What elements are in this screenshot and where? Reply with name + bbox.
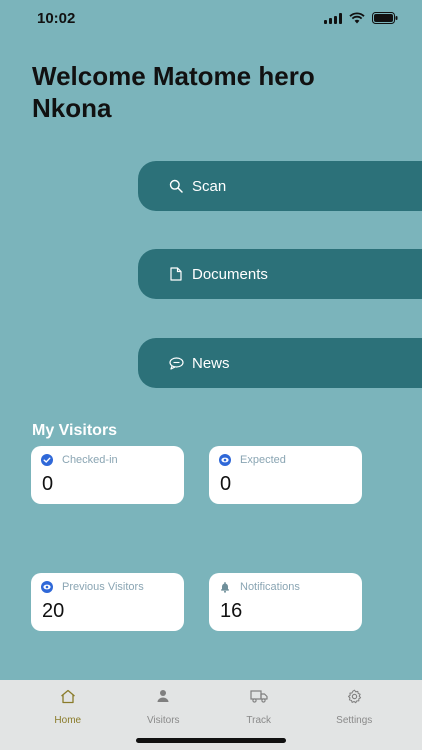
expected-label: Expected bbox=[240, 454, 286, 466]
tab-home-label: Home bbox=[54, 715, 82, 726]
expected-count: 0 bbox=[220, 473, 232, 495]
bell-icon bbox=[221, 582, 229, 593]
document-icon bbox=[168, 266, 184, 282]
notifications-label: Notifications bbox=[240, 581, 300, 593]
scan-button[interactable]: Scan bbox=[138, 161, 422, 211]
expected-card[interactable]: Expected 0 bbox=[209, 446, 362, 504]
checked-in-card[interactable]: Checked-in 0 bbox=[31, 446, 184, 504]
truck-icon bbox=[224, 689, 294, 705]
documents-button[interactable]: Documents bbox=[138, 249, 422, 299]
status-bar: 10:02 bbox=[0, 0, 422, 40]
home-indicator bbox=[136, 738, 286, 743]
tab-settings-label: Settings bbox=[336, 715, 373, 726]
chat-bubble-icon bbox=[168, 355, 184, 371]
notifications-count: 16 bbox=[220, 600, 243, 622]
battery-icon bbox=[372, 12, 398, 24]
documents-label: Documents bbox=[192, 265, 268, 283]
signal-icon bbox=[324, 12, 342, 24]
scan-label: Scan bbox=[192, 177, 227, 195]
previous-visitors-count: 20 bbox=[42, 600, 65, 622]
tab-visitors-label: Visitors bbox=[146, 715, 180, 726]
tab-settings[interactable]: Settings bbox=[319, 680, 389, 750]
search-icon bbox=[168, 178, 184, 194]
eye-icon bbox=[41, 581, 53, 593]
tab-home[interactable]: Home bbox=[33, 680, 103, 750]
gear-icon bbox=[319, 689, 389, 705]
news-label: News bbox=[192, 354, 230, 372]
my-visitors-title: My Visitors bbox=[32, 422, 118, 439]
status-time: 10:02 bbox=[37, 10, 76, 27]
wifi-icon bbox=[349, 12, 365, 24]
notifications-card[interactable]: Notifications 16 bbox=[209, 573, 362, 631]
tab-track-label: Track bbox=[246, 715, 272, 726]
check-circle-icon bbox=[41, 454, 53, 466]
checked-in-count: 0 bbox=[42, 473, 54, 495]
previous-visitors-card[interactable]: Previous Visitors 20 bbox=[31, 573, 184, 631]
welcome-heading: Welcome Matome hero Nkona bbox=[32, 61, 315, 123]
status-icons bbox=[324, 12, 398, 24]
person-icon bbox=[128, 689, 198, 705]
home-icon bbox=[33, 689, 103, 705]
eye-icon bbox=[219, 454, 231, 466]
previous-visitors-label: Previous Visitors bbox=[62, 581, 144, 593]
checked-in-label: Checked-in bbox=[62, 454, 118, 466]
news-button[interactable]: News bbox=[138, 338, 422, 388]
